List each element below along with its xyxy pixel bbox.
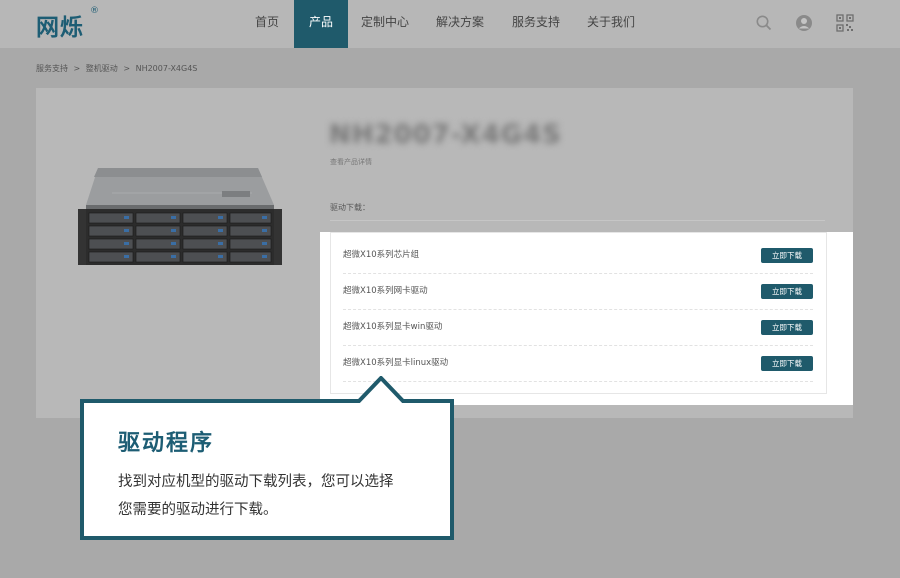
driver-name: 超微X10系列芯片组 bbox=[343, 250, 420, 260]
breadcrumb-separator: > bbox=[123, 64, 131, 73]
list-item: 超微X10系列显卡win驱动 立即下载 bbox=[343, 309, 813, 346]
list-item: 超微X10系列芯片组 立即下载 bbox=[343, 237, 813, 274]
site-header: 网烁 ® 首页 产品 定制中心 解决方案 服务支持 关于我们 bbox=[0, 0, 900, 48]
search-icon[interactable] bbox=[755, 14, 773, 32]
callout-title: 驱动程序 bbox=[118, 431, 215, 456]
breadcrumb-full-machine-drivers[interactable]: 整机驱动 bbox=[86, 64, 118, 73]
download-button[interactable]: 立即下载 bbox=[761, 356, 813, 371]
driver-name: 超微X10系列显卡win驱动 bbox=[343, 322, 443, 332]
download-button[interactable]: 立即下载 bbox=[761, 248, 813, 263]
driver-download-label: 驱动下载： bbox=[330, 203, 370, 212]
section-divider bbox=[330, 220, 825, 221]
nav-service-support[interactable]: 服务支持 bbox=[506, 0, 566, 48]
qrcode-icon[interactable] bbox=[836, 14, 854, 32]
driver-download-list: 超微X10系列芯片组 立即下载 超微X10系列网卡驱动 立即下载 超微X10系列… bbox=[330, 232, 827, 394]
breadcrumb-service-support[interactable]: 服务支持 bbox=[36, 64, 68, 73]
download-button[interactable]: 立即下载 bbox=[761, 284, 813, 299]
driver-name: 超微X10系列网卡驱动 bbox=[343, 286, 428, 296]
nav-products[interactable]: 产品 bbox=[294, 0, 348, 48]
server-product-image bbox=[78, 168, 282, 265]
site-logo[interactable]: 网烁 bbox=[36, 8, 84, 42]
list-item: 超微X10系列网卡驱动 立即下载 bbox=[343, 273, 813, 310]
breadcrumb-current-model: NH2007-X4G4S bbox=[135, 64, 198, 73]
download-button[interactable]: 立即下载 bbox=[761, 320, 813, 335]
nav-solutions[interactable]: 解决方案 bbox=[430, 0, 490, 48]
registered-mark: ® bbox=[90, 6, 99, 16]
callout-description: 找到对应机型的驱动下载列表，您可以选择 bbox=[118, 474, 394, 490]
user-icon[interactable] bbox=[795, 14, 813, 32]
driver-name: 超微X10系列显卡linux驱动 bbox=[343, 358, 449, 368]
breadcrumb-separator: > bbox=[73, 64, 81, 73]
product-title: NH2007-X4G4S bbox=[329, 120, 562, 150]
callout-description: 您需要的驱动进行下载。 bbox=[118, 502, 278, 518]
nav-custom-center[interactable]: 定制中心 bbox=[355, 0, 415, 48]
nav-about-us[interactable]: 关于我们 bbox=[581, 0, 641, 48]
breadcrumb: 服务支持 > 整机驱动 > NH2007-X4G4S bbox=[36, 63, 200, 74]
nav-home[interactable]: 首页 bbox=[242, 0, 292, 48]
product-detail-link[interactable]: 查看产品详情 bbox=[330, 157, 372, 167]
